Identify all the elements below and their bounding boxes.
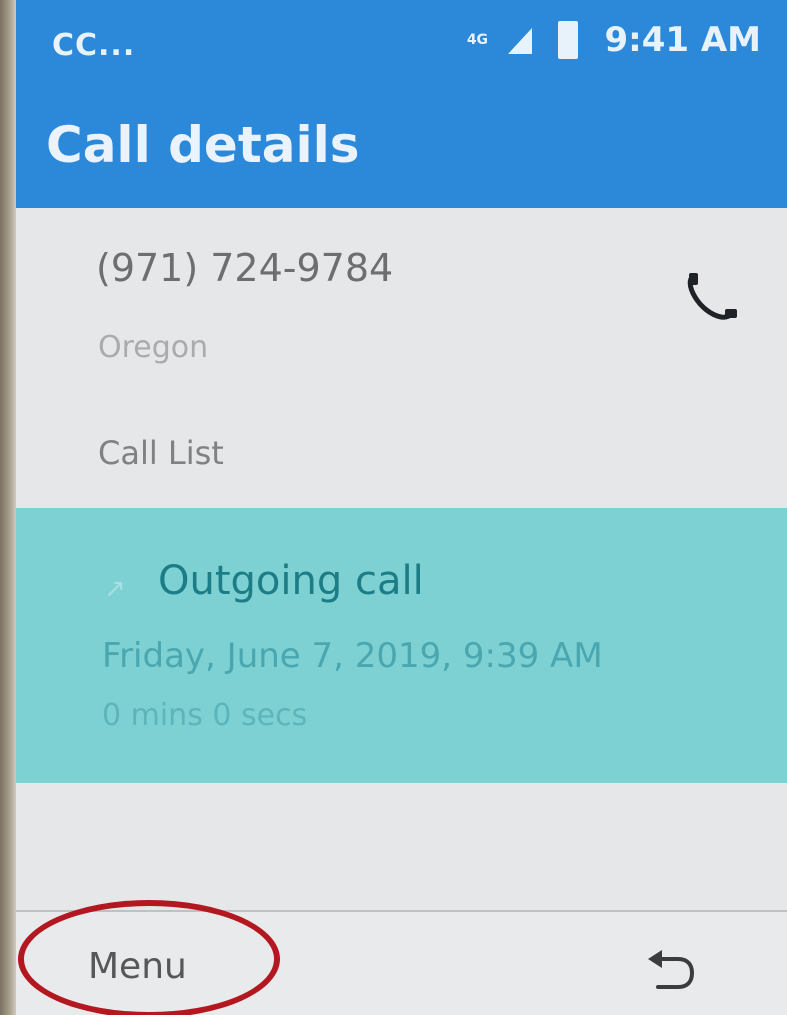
network-4g-icon: 4G [466,32,489,48]
phone-icon [687,273,737,320]
contact-section: (971) 724-9784 Oregon Call List [16,208,787,508]
phone-number: (971) 724-9784 [96,246,394,290]
call-button[interactable] [666,252,756,342]
status-time: 9:41 AM [604,20,761,60]
contact-location: Oregon [98,330,209,365]
menu-softkey[interactable]: Menu [88,946,187,987]
device-bezel [0,0,16,1015]
back-icon [648,950,695,989]
status-icons: 4G 9:41 AM [464,20,761,60]
call-type: Outgoing call [158,558,424,604]
status-bar: CC... 4G 9:41 AM [16,0,787,92]
carrier-name: CC... [52,28,136,63]
call-list-label: Call List [98,434,224,472]
page-title: Call details [46,116,360,174]
softkey-bar: Menu [16,912,787,1015]
back-button[interactable] [636,942,706,1002]
call-log-entry[interactable]: ↗ Outgoing call Friday, June 7, 2019, 9:… [16,508,787,783]
battery-icon [558,21,579,59]
signal-icon [508,28,533,54]
call-datetime: Friday, June 7, 2019, 9:39 AM [102,636,603,676]
outgoing-arrow-icon: ↗ [104,574,126,604]
call-details-screen: CC... 4G 9:41 AM Call details (971) 724-… [0,0,787,1015]
title-bar: Call details [16,92,787,208]
call-duration: 0 mins 0 secs [102,698,308,733]
